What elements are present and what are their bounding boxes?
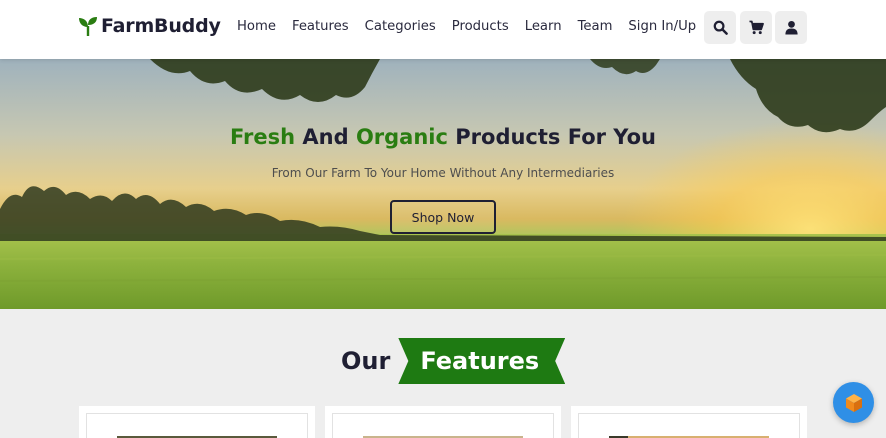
user-icon [784, 20, 798, 35]
main-nav: Home Features Categories Products Learn … [237, 19, 712, 34]
account-button[interactable] [775, 11, 807, 44]
hero-title-rest: Products For You [447, 125, 656, 149]
search-icon [713, 20, 728, 35]
cart-button[interactable] [740, 11, 772, 44]
feature-card[interactable] [79, 406, 315, 438]
feature-card-inner [86, 413, 308, 438]
nav-team[interactable]: Team [578, 19, 613, 34]
hero-landscape [0, 59, 886, 282]
cart-icon [748, 20, 764, 35]
nav-features[interactable]: Features [292, 19, 349, 34]
nav-home[interactable]: Home [237, 19, 276, 34]
features-heading-banner: Features [398, 338, 566, 384]
search-button[interactable] [704, 11, 736, 44]
hero-title-and: And [295, 125, 356, 149]
site-header: FarmBuddy Home Features Categories Produ… [0, 0, 886, 59]
hero-title: Fresh And Organic Products For You [0, 125, 886, 149]
sprout-icon [79, 17, 97, 36]
nav-learn[interactable]: Learn [525, 19, 562, 34]
feature-card[interactable] [571, 406, 807, 438]
hero-title-fresh: Fresh [230, 125, 296, 149]
floating-chat-button[interactable] [833, 382, 874, 423]
feature-card[interactable] [325, 406, 561, 438]
brand-logo[interactable]: FarmBuddy [78, 15, 221, 37]
nav-products[interactable]: Products [452, 19, 509, 34]
hero-title-organic: Organic [355, 125, 448, 149]
feature-card-inner [578, 413, 800, 438]
brand-name: FarmBuddy [101, 15, 221, 37]
shop-now-button[interactable]: Shop Now [390, 200, 496, 234]
nav-sign-in[interactable]: Sign In/Up [628, 19, 696, 34]
hero-subtitle: From Our Farm To Your Home Without Any I… [271, 166, 615, 180]
hero-banner: Fresh And Organic Products For You From … [0, 59, 886, 309]
cube-icon [845, 393, 862, 412]
features-heading: Our Features [341, 338, 566, 384]
features-heading-prefix: Our [341, 347, 391, 375]
nav-categories[interactable]: Categories [365, 19, 436, 34]
feature-card-inner [332, 413, 554, 438]
